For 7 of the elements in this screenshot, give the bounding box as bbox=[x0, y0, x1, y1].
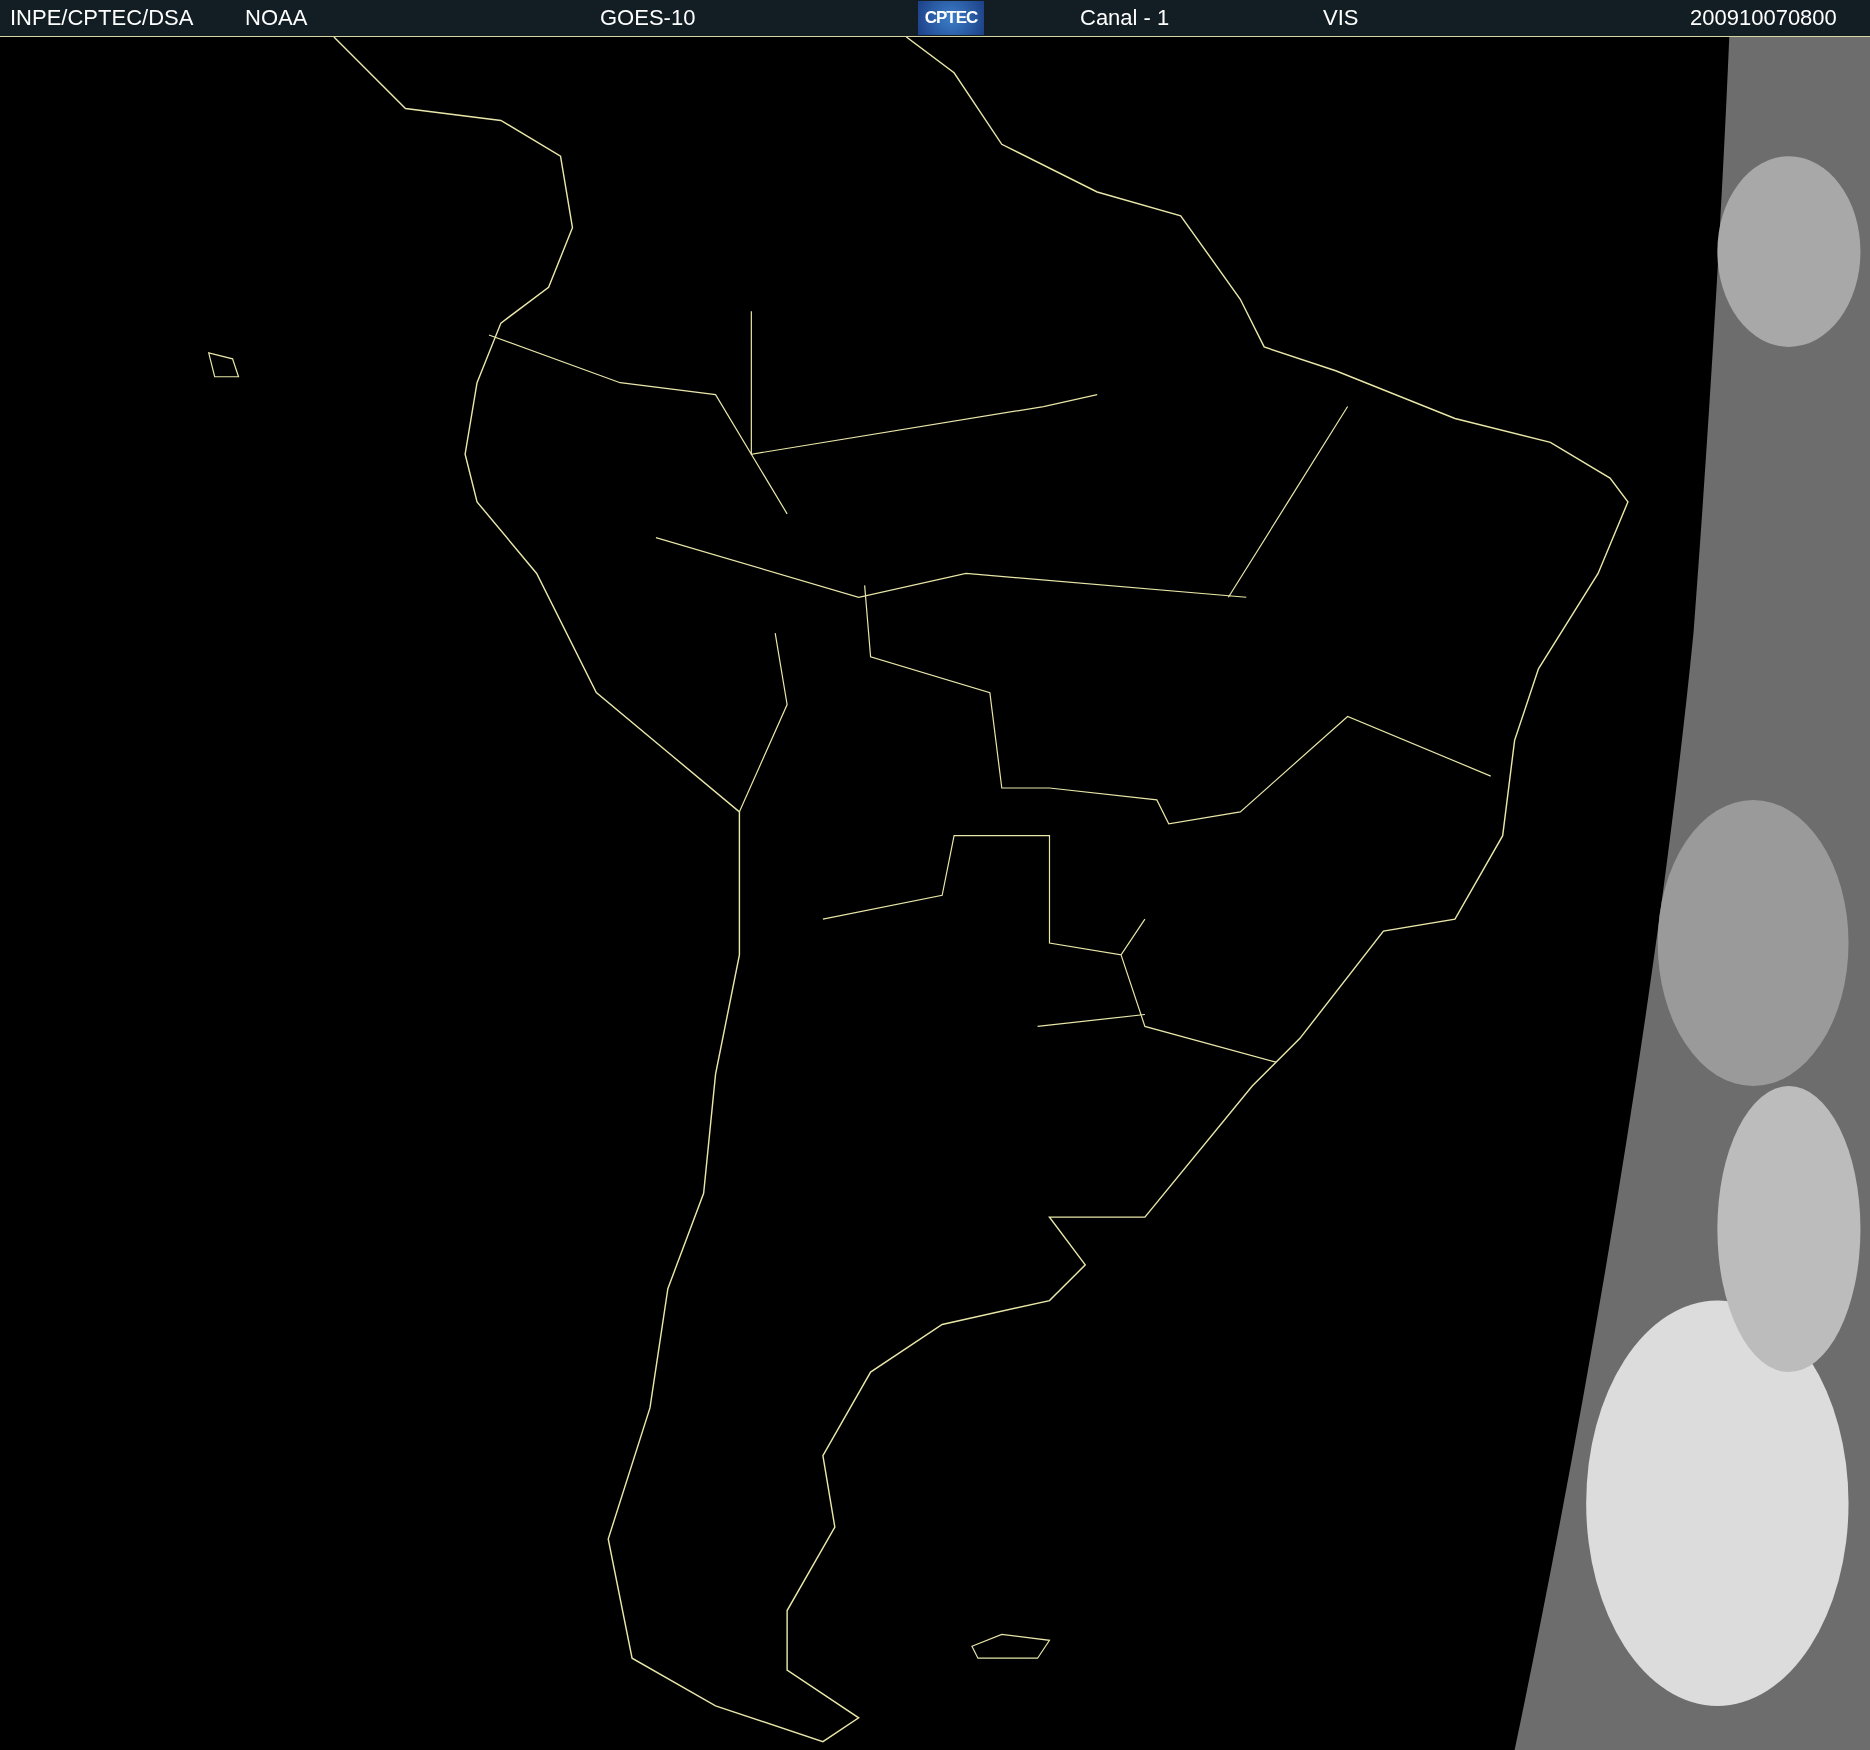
channel-label: Canal - 1 bbox=[1080, 5, 1170, 31]
logo: CPTEC bbox=[918, 1, 984, 35]
band-label: VIS bbox=[1323, 5, 1359, 31]
institution-label: INPE/CPTEC/DSA bbox=[10, 5, 194, 31]
agency-label: NOAA bbox=[245, 5, 308, 31]
timestamp-label: 200910070800 bbox=[1690, 5, 1837, 31]
satellite-label: GOES-10 bbox=[600, 5, 696, 31]
